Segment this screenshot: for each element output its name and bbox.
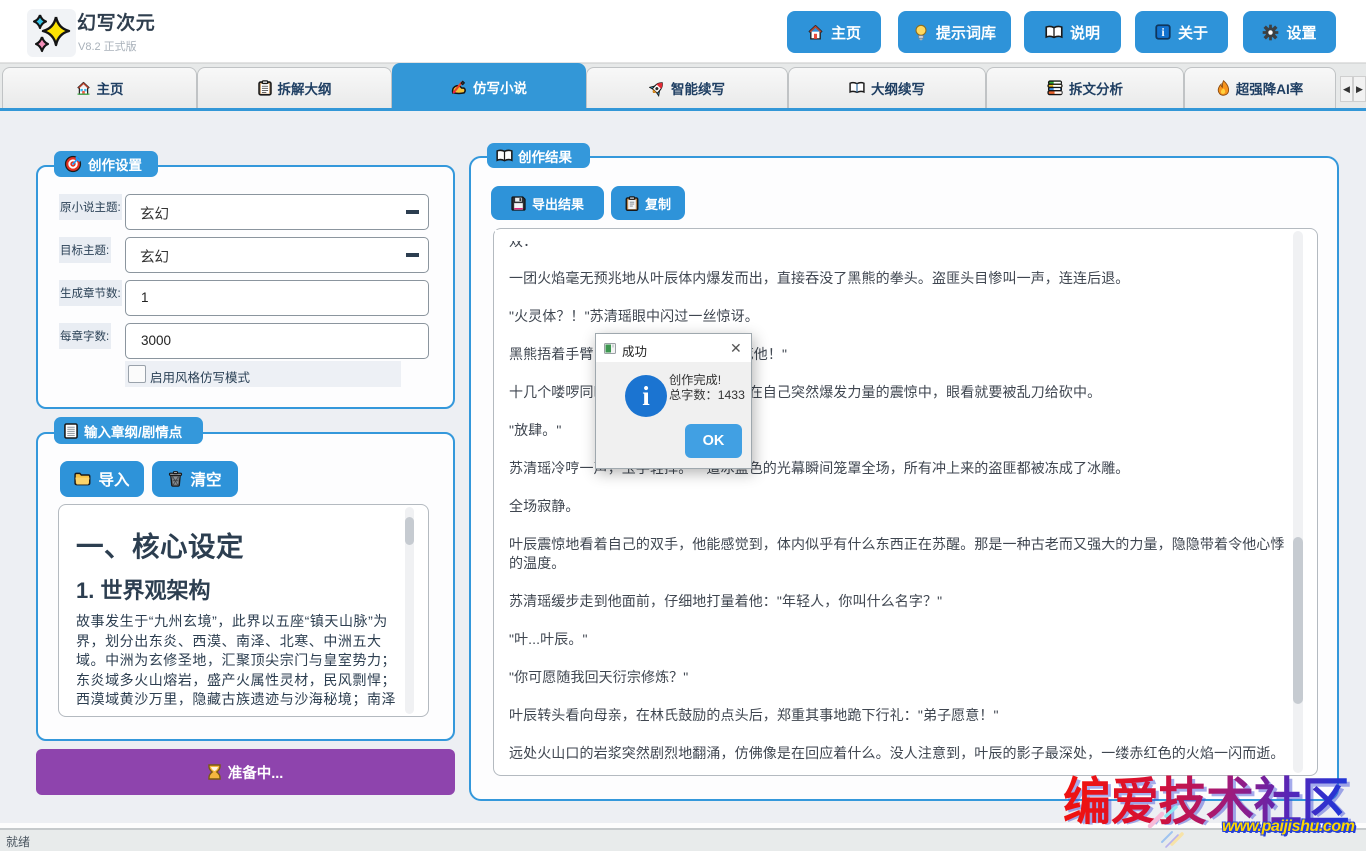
svg-text:i: i	[1161, 27, 1164, 39]
